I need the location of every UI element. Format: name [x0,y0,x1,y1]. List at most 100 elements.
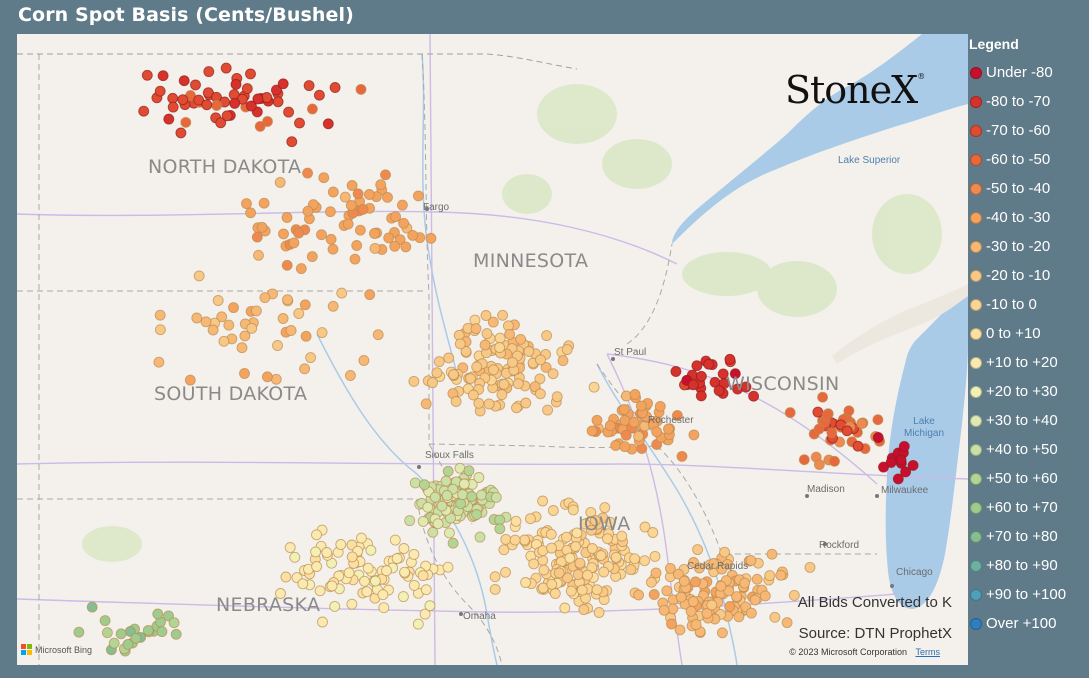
bid-point[interactable] [645,576,657,588]
bid-point[interactable] [282,294,293,306]
bid-point[interactable] [281,259,293,271]
bid-point[interactable] [369,575,381,587]
bid-point[interactable] [138,105,150,117]
bid-point[interactable] [813,459,825,471]
bid-point[interactable] [357,203,369,215]
bid-point[interactable] [898,440,910,452]
bid-point[interactable] [343,567,355,579]
bid-point[interactable] [812,406,824,418]
bid-point[interactable] [294,117,305,129]
bid-point[interactable] [420,398,432,410]
bid-point[interactable] [352,188,364,200]
bid-point[interactable] [258,197,270,209]
bid-point[interactable] [207,324,219,336]
legend-item[interactable]: +10 to +20 [968,348,1089,377]
bid-point[interactable] [545,528,557,540]
bid-point[interactable] [191,312,203,324]
bid-point[interactable] [675,591,687,603]
bid-point[interactable] [274,176,286,188]
bid-point[interactable] [420,584,432,596]
bid-point[interactable] [798,454,810,466]
bid-point[interactable] [163,113,175,125]
bid-point[interactable] [369,228,380,239]
bid-point[interactable] [408,548,420,560]
bid-point[interactable] [473,472,485,483]
bid-point[interactable] [404,515,416,527]
bid-point[interactable] [676,450,688,462]
bid-point[interactable] [228,302,239,314]
bid-point[interactable] [364,289,376,301]
bid-point[interactable] [769,611,781,623]
bid-point[interactable] [511,402,522,414]
bid-point[interactable] [417,570,429,582]
bid-point[interactable] [346,598,358,610]
bid-point[interactable] [546,578,558,590]
bid-point[interactable] [582,569,593,581]
bid-point[interactable] [157,70,169,82]
bid-point[interactable] [168,617,180,629]
bid-point[interactable] [229,97,241,109]
bid-point[interactable] [781,617,793,629]
bid-point[interactable] [230,78,242,90]
bid-point[interactable] [429,491,441,503]
bid-point[interactable] [99,615,111,627]
bid-point[interactable] [372,329,384,341]
bid-point[interactable] [639,555,651,567]
bid-point[interactable] [236,342,248,354]
bid-point[interactable] [440,475,452,487]
bid-point[interactable] [220,62,232,74]
bid-point[interactable] [175,127,187,139]
bid-point[interactable] [620,429,632,441]
bid-point[interactable] [297,578,309,590]
bid-point[interactable] [719,546,731,558]
bid-point[interactable] [152,608,164,620]
bid-point[interactable] [618,404,630,415]
bid-point[interactable] [218,335,230,347]
legend-item[interactable]: -10 to 0 [968,290,1089,319]
bid-point[interactable] [494,332,506,344]
bid-point[interactable] [510,515,522,527]
bid-point[interactable] [473,397,485,409]
bid-point[interactable] [695,370,707,382]
bid-point[interactable] [327,186,339,198]
bid-point[interactable] [520,577,532,588]
bid-point[interactable] [450,396,462,407]
bid-point[interactable] [775,569,787,581]
bid-point[interactable] [390,211,402,223]
bid-point[interactable] [177,94,189,106]
bid-point[interactable] [211,100,223,111]
bid-point[interactable] [535,354,546,366]
bid-point[interactable] [602,533,613,545]
bid-point[interactable] [295,263,307,275]
bid-point[interactable] [716,627,728,639]
bid-point[interactable] [398,543,410,554]
legend-item[interactable]: +50 to +60 [968,464,1089,493]
bid-point[interactable] [365,544,377,556]
bid-point[interactable] [674,624,686,636]
bid-point[interactable] [821,409,833,421]
bid-point[interactable] [576,584,588,596]
legend-item[interactable]: -60 to -50 [968,145,1089,174]
bid-point[interactable] [442,561,454,573]
bid-point[interactable] [344,370,356,381]
bid-point[interactable] [625,564,637,576]
bid-point[interactable] [355,532,367,544]
bid-point[interactable] [305,352,317,364]
bid-point[interactable] [647,527,659,538]
legend-item[interactable]: Over +100 [968,609,1089,638]
bid-point[interactable] [153,356,165,368]
bid-point[interactable] [661,585,673,597]
bid-point[interactable] [489,571,501,583]
bid-point[interactable] [400,241,412,253]
bid-point[interactable] [804,561,816,573]
bid-point[interactable] [474,531,486,543]
bid-point[interactable] [447,537,459,549]
bid-point[interactable] [557,355,569,367]
bid-point[interactable] [391,553,403,564]
bid-point[interactable] [313,89,325,101]
bid-point[interactable] [154,309,166,321]
bid-point[interactable] [363,189,375,200]
bid-point[interactable] [628,416,640,428]
bid-point[interactable] [254,120,266,132]
bid-point[interactable] [841,425,853,437]
